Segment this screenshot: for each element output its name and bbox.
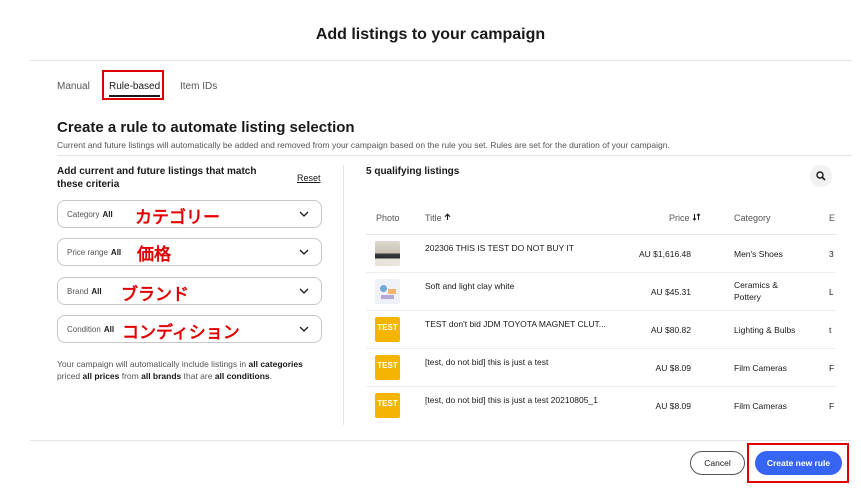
category-dropdown-label: Category All [67,210,113,219]
annotation-category-jp: カテゴリー [135,208,220,228]
title-divider [30,60,852,61]
table-row[interactable]: 202306 THIS IS TEST DO NOT BUY IT AU $1,… [366,235,861,273]
chevron-down-icon [299,288,309,294]
highlight-box-rule-based-tab [102,70,164,100]
column-header-photo: Photo [376,213,400,223]
sort-toggle-icon [692,213,701,221]
listing-extra: F [829,363,835,373]
condition-dropdown-label: Condition All [67,325,115,334]
listing-photo: TEST [375,317,400,342]
criteria-title: Add current and future listings that mat… [57,166,257,190]
listing-photo: TEST [375,393,400,418]
listing-price: AU $8.09 [655,401,691,411]
column-header-extra: E [829,213,836,223]
search-button[interactable] [810,165,832,187]
listing-category: Men's Shoes [734,249,783,259]
listing-extra: 3 [829,249,834,259]
highlight-box-create-rule [747,443,849,483]
listing-photo: TEST [375,355,400,380]
rule-heading: Create a rule to automate listing select… [57,119,355,136]
listing-category-line2: Pottery [734,292,761,302]
qualifying-count: 5 qualifying listings [366,166,460,177]
listing-price: AU $80.82 [650,325,691,335]
listing-title: Soft and light clay white [425,281,515,291]
listing-price: AU $1,616.48 [639,249,691,259]
section-divider [57,155,852,156]
reset-link[interactable]: Reset [297,173,321,183]
annotation-brand-jp: ブランド [121,285,189,305]
rule-description: Current and future listings will automat… [57,140,670,150]
sort-ascending-icon [444,213,451,220]
listing-category: Film Cameras [734,401,787,411]
listing-title: [test, do not bid] this is just a test [425,357,549,367]
chevron-down-icon [299,211,309,217]
table-row[interactable]: TEST TEST don't bid JDM TOYOTA MAGNET CL… [366,311,861,349]
brand-dropdown-label: Brand All [67,287,102,296]
table-row[interactable]: Soft and light clay white AU $45.31 Cera… [366,273,861,311]
dialog-title: Add listings to your campaign [315,26,546,43]
listing-photo [375,241,400,266]
listing-title: TEST don't bid JDM TOYOTA MAGNET CLUT... [425,319,606,329]
panel-divider [343,165,344,425]
listing-title: [test, do not bid] this is just a test 2… [425,395,598,405]
search-icon [816,171,826,181]
table-row[interactable]: TEST [test, do not bid] this is just a t… [366,349,861,387]
listing-photo [375,279,400,304]
column-header-title[interactable]: Title [425,213,451,223]
listing-price: AU $45.31 [650,287,691,297]
annotation-condition-jp: コンディション [122,323,240,343]
footer-divider [30,440,852,441]
column-header-category: Category [734,213,771,223]
column-header-price[interactable]: Price [669,213,701,223]
chevron-down-icon [299,249,309,255]
listing-extra: F [829,401,835,411]
listing-extra: L [829,287,834,297]
listing-price: AU $8.09 [655,363,691,373]
listing-title: 202306 THIS IS TEST DO NOT BUY IT [425,243,574,253]
price-range-dropdown-label: Price range All [67,248,122,257]
table-row[interactable]: TEST [test, do not bid] this is just a t… [366,387,861,423]
listing-extra: t [829,325,832,335]
listing-category-line1: Ceramics & [734,280,778,290]
tab-manual[interactable]: Manual [57,81,90,92]
annotation-price-jp: 価格 [137,245,171,265]
brand-dropdown[interactable]: Brand All [57,277,322,305]
price-range-dropdown[interactable]: Price range All [57,238,322,266]
listings-table: Photo Title Price Category E 202306 THIS… [366,205,861,423]
chevron-down-icon [299,326,309,332]
rule-summary: Your campaign will automatically include… [57,359,303,381]
tab-item-ids[interactable]: Item IDs [180,81,217,92]
listing-category: Lighting & Bulbs [734,325,796,335]
cancel-button[interactable]: Cancel [690,451,745,475]
listing-category: Film Cameras [734,363,787,373]
